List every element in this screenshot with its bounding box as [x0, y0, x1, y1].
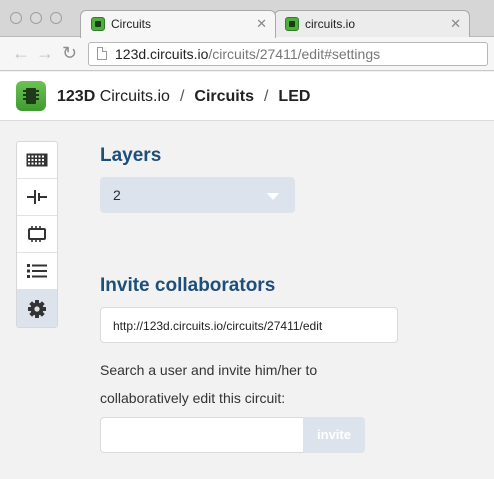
pcb-icon [28, 226, 46, 242]
reload-icon[interactable]: ↻ [62, 43, 77, 63]
browser-tab-circuits[interactable]: Circuits ✕ [80, 10, 276, 38]
rail-item-settings[interactable] [17, 290, 57, 327]
back-arrow-icon[interactable]: ← [12, 43, 30, 63]
brand-link[interactable]: 123D Circuits.io [57, 88, 170, 105]
tab-title: Circuits [111, 17, 152, 31]
invite-button[interactable]: invite [303, 417, 365, 453]
tab-close-icon[interactable]: ✕ [450, 16, 461, 32]
breadcrumb-led: LED [278, 88, 311, 105]
schematic-icon [27, 190, 47, 204]
window-close-icon[interactable] [10, 12, 22, 24]
page-icon [97, 47, 107, 60]
breadcrumb-circuits[interactable]: Circuits [194, 88, 254, 105]
rail-item-schematic[interactable] [17, 179, 57, 216]
browser-toolbar: ← → ↻ 123d.circuits.io/circuits/27411/ed… [0, 37, 494, 71]
rail-item-components-list[interactable] [17, 253, 57, 290]
invite-description: Search a user and invite him/her to coll… [100, 362, 318, 406]
address-url: 123d.circuits.io/circuits/27411/edit#set… [115, 46, 380, 62]
layers-select-value: 2 [113, 187, 121, 203]
gear-icon [28, 299, 46, 318]
browser-tab-bar: Circuits ✕ circuits.io ✕ [0, 0, 494, 38]
browser-tab-circuits-io[interactable]: circuits.io ✕ [274, 10, 470, 38]
brand-bold: 123D [57, 88, 96, 105]
share-url-field[interactable]: http://123d.circuits.io/circuits/27411/e… [100, 307, 398, 343]
share-url-value: http://123d.circuits.io/circuits/27411/e… [113, 319, 323, 333]
invite-user-search-input[interactable] [100, 417, 303, 453]
breadcrumb-separator: / [263, 88, 269, 105]
circuits-favicon-icon [91, 17, 105, 31]
layers-heading: Layers [100, 145, 162, 166]
app-header: 123D Circuits.io / Circuits / LED [0, 72, 494, 121]
breadboard-icon [26, 153, 48, 167]
forward-arrow-icon[interactable]: → [36, 43, 54, 63]
address-bar[interactable]: 123d.circuits.io/circuits/27411/edit#set… [88, 42, 488, 66]
rail-item-pcb[interactable] [17, 216, 57, 253]
url-host: 123d.circuits.io [115, 46, 209, 62]
breadcrumb-separator: / [179, 88, 185, 105]
rail-item-breadboard[interactable] [17, 142, 57, 179]
window-zoom-icon[interactable] [50, 12, 62, 24]
invite-heading: Invite collaborators [100, 275, 276, 296]
view-switcher-rail [16, 141, 58, 328]
list-icon [27, 264, 47, 278]
layers-select[interactable]: 2 [100, 177, 295, 213]
circuits-favicon-icon [285, 17, 299, 31]
tab-close-icon[interactable]: ✕ [256, 16, 267, 32]
breadcrumb: 123D Circuits.io / Circuits / LED [57, 88, 310, 106]
circuits-logo-icon[interactable] [16, 81, 46, 111]
tab-title: circuits.io [305, 17, 356, 31]
brand-rest: Circuits.io [95, 88, 170, 105]
window-minimize-icon[interactable] [30, 12, 42, 24]
chevron-down-icon [267, 193, 279, 200]
url-path: /circuits/27411/edit#settings [208, 46, 381, 62]
